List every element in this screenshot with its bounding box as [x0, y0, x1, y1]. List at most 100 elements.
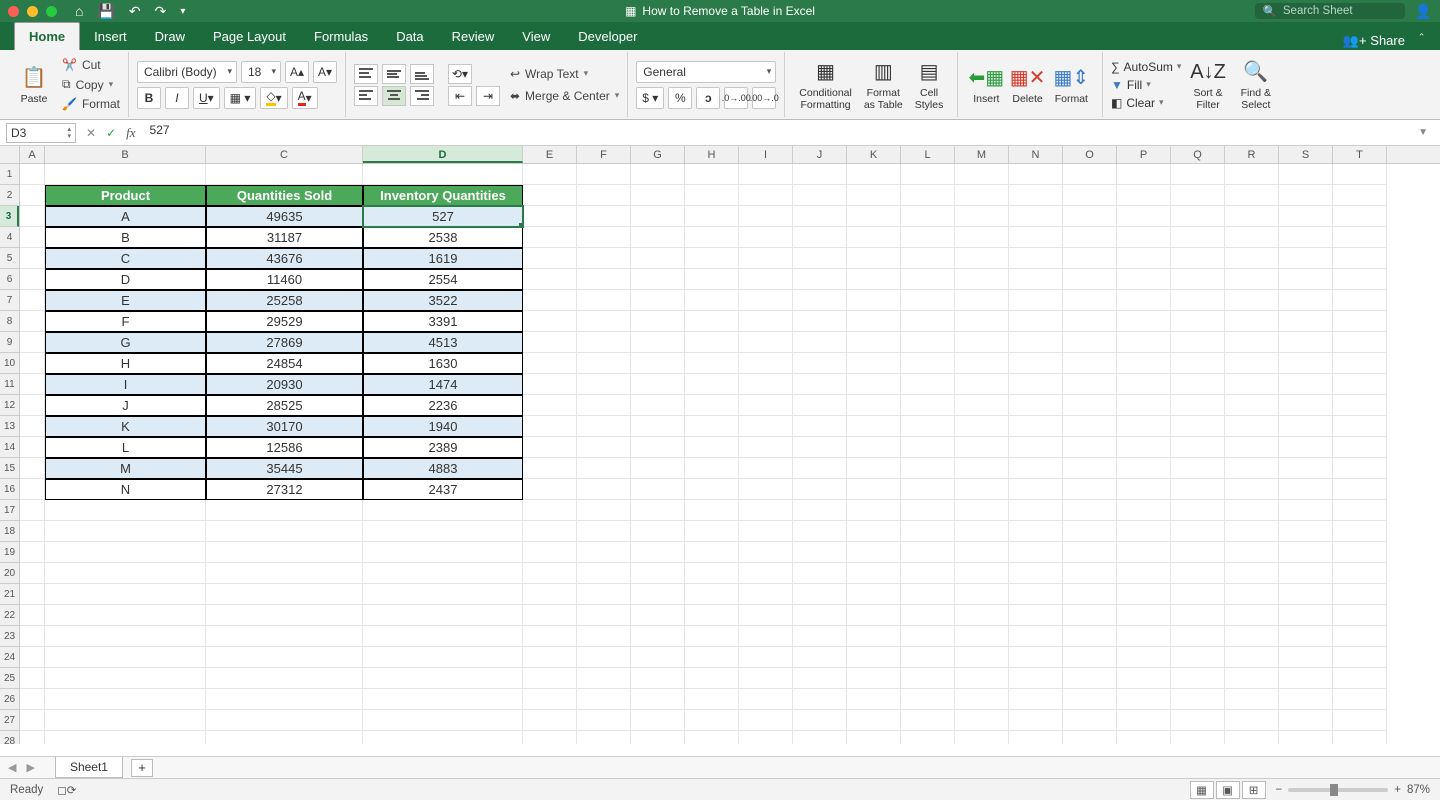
column-header-I[interactable]: I: [739, 146, 793, 163]
cell-P1[interactable]: [1117, 164, 1171, 185]
cell-N2[interactable]: [1009, 185, 1063, 206]
cell-S28[interactable]: [1279, 731, 1333, 744]
format-as-table-button[interactable]: ▥Format as Table: [858, 56, 909, 113]
tab-home[interactable]: Home: [14, 22, 80, 50]
macro-record-icon[interactable]: ◻⟳: [57, 783, 76, 797]
format-button[interactable]: ▦⇕Format: [1049, 62, 1094, 108]
row-header-14[interactable]: 14: [0, 437, 19, 458]
cell-L5[interactable]: [901, 248, 955, 269]
cell-C8[interactable]: 29529: [206, 311, 363, 332]
cell-A14[interactable]: [20, 437, 45, 458]
cell-M22[interactable]: [955, 605, 1009, 626]
cell-R16[interactable]: [1225, 479, 1279, 500]
cell-I4[interactable]: [739, 227, 793, 248]
cell-M19[interactable]: [955, 542, 1009, 563]
cell-B13[interactable]: K: [45, 416, 206, 437]
cell-F19[interactable]: [577, 542, 631, 563]
cell-A11[interactable]: [20, 374, 45, 395]
cell-P4[interactable]: [1117, 227, 1171, 248]
cell-K8[interactable]: [847, 311, 901, 332]
cell-I8[interactable]: [739, 311, 793, 332]
delete-button[interactable]: ▦✕Delete: [1006, 62, 1048, 108]
cell-B11[interactable]: I: [45, 374, 206, 395]
cell-K22[interactable]: [847, 605, 901, 626]
zoom-window[interactable]: [46, 6, 57, 17]
autosum-button[interactable]: ∑AutoSum: [1111, 59, 1181, 75]
cell-N18[interactable]: [1009, 521, 1063, 542]
cell-H28[interactable]: [685, 731, 739, 744]
increase-font-button[interactable]: A▴: [285, 61, 309, 83]
cell-H22[interactable]: [685, 605, 739, 626]
cell-T27[interactable]: [1333, 710, 1387, 731]
cell-G9[interactable]: [631, 332, 685, 353]
cell-C1[interactable]: [206, 164, 363, 185]
cell-C25[interactable]: [206, 668, 363, 689]
cell-B7[interactable]: E: [45, 290, 206, 311]
cell-J1[interactable]: [793, 164, 847, 185]
row-header-2[interactable]: 2: [0, 185, 19, 206]
cell-Q13[interactable]: [1171, 416, 1225, 437]
column-header-G[interactable]: G: [631, 146, 685, 163]
cell-S8[interactable]: [1279, 311, 1333, 332]
cell-P23[interactable]: [1117, 626, 1171, 647]
view-page-break[interactable]: ⊞: [1242, 781, 1266, 799]
cell-I26[interactable]: [739, 689, 793, 710]
cell-P16[interactable]: [1117, 479, 1171, 500]
cell-A13[interactable]: [20, 416, 45, 437]
cell-R22[interactable]: [1225, 605, 1279, 626]
cell-D3[interactable]: 527: [363, 206, 523, 227]
cell-C14[interactable]: 12586: [206, 437, 363, 458]
underline-button[interactable]: U ▾: [193, 87, 220, 109]
column-header-E[interactable]: E: [523, 146, 577, 163]
cell-E22[interactable]: [523, 605, 577, 626]
cell-G20[interactable]: [631, 563, 685, 584]
cell-N24[interactable]: [1009, 647, 1063, 668]
cell-A6[interactable]: [20, 269, 45, 290]
cell-T19[interactable]: [1333, 542, 1387, 563]
cell-L7[interactable]: [901, 290, 955, 311]
cell-F9[interactable]: [577, 332, 631, 353]
cell-Q1[interactable]: [1171, 164, 1225, 185]
cell-P3[interactable]: [1117, 206, 1171, 227]
cell-K15[interactable]: [847, 458, 901, 479]
cell-N4[interactable]: [1009, 227, 1063, 248]
cell-Q2[interactable]: [1171, 185, 1225, 206]
cell-L16[interactable]: [901, 479, 955, 500]
cell-Q3[interactable]: [1171, 206, 1225, 227]
select-all-corner[interactable]: [0, 146, 20, 163]
cell-J3[interactable]: [793, 206, 847, 227]
paste-button[interactable]: 📋 Paste: [14, 62, 54, 108]
cell-F2[interactable]: [577, 185, 631, 206]
cell-I14[interactable]: [739, 437, 793, 458]
cell-R4[interactable]: [1225, 227, 1279, 248]
cell-G11[interactable]: [631, 374, 685, 395]
copy-button[interactable]: ⧉Copy: [62, 76, 120, 93]
zoom-out[interactable]: −: [1276, 784, 1283, 796]
cell-B26[interactable]: [45, 689, 206, 710]
cell-N1[interactable]: [1009, 164, 1063, 185]
cell-J18[interactable]: [793, 521, 847, 542]
cell-P21[interactable]: [1117, 584, 1171, 605]
undo-icon[interactable]: ↶: [129, 3, 141, 20]
cell-N14[interactable]: [1009, 437, 1063, 458]
cell-P20[interactable]: [1117, 563, 1171, 584]
cell-A25[interactable]: [20, 668, 45, 689]
cells-area[interactable]: ProductQuantities SoldInventory Quantiti…: [20, 164, 1387, 744]
cell-B23[interactable]: [45, 626, 206, 647]
cell-L13[interactable]: [901, 416, 955, 437]
increase-indent[interactable]: ⇥: [476, 86, 500, 106]
cell-O19[interactable]: [1063, 542, 1117, 563]
cell-K26[interactable]: [847, 689, 901, 710]
cell-G18[interactable]: [631, 521, 685, 542]
cell-Q6[interactable]: [1171, 269, 1225, 290]
cell-C28[interactable]: [206, 731, 363, 744]
cell-E25[interactable]: [523, 668, 577, 689]
cell-Q22[interactable]: [1171, 605, 1225, 626]
cell-P9[interactable]: [1117, 332, 1171, 353]
cell-O16[interactable]: [1063, 479, 1117, 500]
cell-L9[interactable]: [901, 332, 955, 353]
cell-S27[interactable]: [1279, 710, 1333, 731]
cell-S17[interactable]: [1279, 500, 1333, 521]
cell-D17[interactable]: [363, 500, 523, 521]
cell-T11[interactable]: [1333, 374, 1387, 395]
